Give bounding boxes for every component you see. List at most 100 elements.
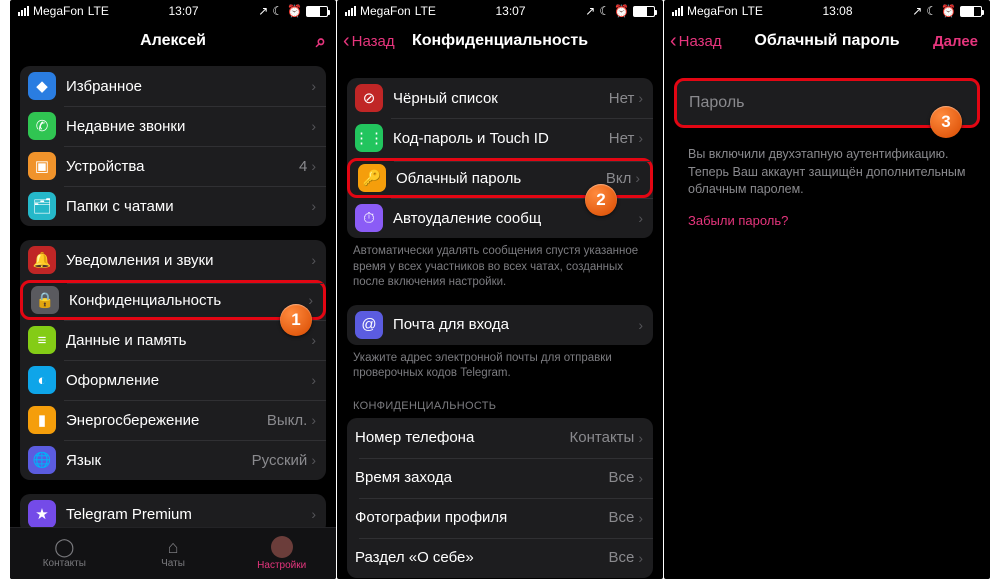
tab-bar: ◯Контакты ⌂Чаты Настройки <box>10 527 336 579</box>
nav-bar: Алексей ⌕ <box>10 22 336 60</box>
row-value: Выкл. <box>267 412 307 429</box>
page-title: Облачный пароль <box>754 32 899 50</box>
alarm-icon: ⏰ <box>287 4 302 18</box>
forgot-password-link[interactable]: Забыли пароль? <box>674 199 802 242</box>
login-email-note: Укажите адрес электронной почты для отпр… <box>347 351 653 396</box>
nav-bar: ‹Назад Конфиденциальность <box>337 22 663 60</box>
row-value: Русский <box>252 452 308 469</box>
battery-icon: ▮ <box>28 406 56 434</box>
row-label: Язык <box>66 452 252 469</box>
settings-row[interactable]: 🔔 Уведомления и звуки› <box>20 240 326 280</box>
lock-icon: 🔒 <box>31 286 59 314</box>
folder-icon: 🗂 <box>28 192 56 220</box>
settings-row[interactable]: ◐ Оформление› <box>20 360 326 400</box>
privacy-screen: MegaFon LTE 13:07 ↗☾⏰ ‹Назад Конфиденциа… <box>337 0 663 579</box>
settings-row[interactable]: Фотографии профиляВсе› <box>347 498 653 538</box>
battery-icon <box>306 6 328 17</box>
chevron-left-icon: ‹ <box>670 31 677 51</box>
chevron-right-icon: › <box>308 292 313 308</box>
bookmark-icon: ◆ <box>28 72 56 100</box>
chevron-right-icon: › <box>311 158 316 174</box>
row-value: Все <box>608 469 634 486</box>
settings-row[interactable]: ◆Избранное› <box>20 66 326 106</box>
clock: 13:07 <box>169 4 199 18</box>
step-badge-2: 2 <box>585 184 617 216</box>
row-value: Все <box>608 509 634 526</box>
clock: 13:07 <box>496 4 526 18</box>
auto-delete-note: Автоматически удалять сообщения спустя у… <box>347 244 653 305</box>
settings-row[interactable]: Раздел «О себе»Все› <box>347 538 653 578</box>
block-icon: ⊘ <box>355 84 383 112</box>
phone-icon: ✆ <box>28 112 56 140</box>
chats-icon: ⌂ <box>168 538 179 556</box>
settings-row[interactable]: ⋮⋮Код-пароль и Touch IDНет› <box>347 118 653 158</box>
chevron-right-icon: › <box>635 170 640 186</box>
next-button[interactable]: Далее <box>933 33 978 50</box>
settings-row[interactable]: ≡Данные и память› <box>20 320 326 360</box>
row-label: Уведомления и звуки <box>66 252 311 269</box>
page-title: Алексей <box>140 32 206 50</box>
network-label: LTE <box>88 4 109 18</box>
chevron-right-icon: › <box>638 470 643 486</box>
globe-icon: 🌐 <box>28 446 56 474</box>
row-value: Нет <box>609 130 635 147</box>
tab-settings[interactable]: Настройки <box>227 528 336 579</box>
status-bar: MegaFon LTE 13:07 ↗☾⏰ <box>10 0 336 22</box>
row-label: Данные и память <box>66 332 311 349</box>
settings-row[interactable]: 🗂Папки с чатами› <box>20 186 326 226</box>
chevron-right-icon: › <box>311 118 316 134</box>
chevron-right-icon: › <box>638 510 643 526</box>
chevron-right-icon: › <box>638 90 643 106</box>
row-value: Контакты <box>570 429 635 446</box>
settings-row[interactable]: 🌐 ЯзыкРусский› <box>20 440 326 480</box>
row-label: Время захода <box>355 469 608 486</box>
bell-icon: 🔔 <box>28 246 56 274</box>
settings-row[interactable]: Номер телефонаКонтакты› <box>347 418 653 458</box>
row-value: Нет <box>609 90 635 107</box>
chevron-right-icon: › <box>638 317 643 333</box>
row-label: Telegram Premium <box>66 506 311 523</box>
back-button[interactable]: ‹Назад <box>670 31 722 51</box>
chevron-right-icon: › <box>311 506 316 522</box>
settings-row[interactable]: ▮ЭнергосбережениеВыкл.› <box>20 400 326 440</box>
section-privacy-header: КОНФИДЕНЦИАЛЬНОСТЬ <box>347 396 653 418</box>
settings-row[interactable]: @ Почта для входа› <box>347 305 653 345</box>
status-bar: MegaFon LTE 13:08 ↗☾⏰ <box>664 0 990 22</box>
row-label: Устройства <box>66 158 299 175</box>
tab-chats[interactable]: ⌂Чаты <box>119 528 228 579</box>
chevron-right-icon: › <box>638 210 643 226</box>
chevron-right-icon: › <box>311 78 316 94</box>
row-label: Оформление <box>66 372 311 389</box>
settings-row[interactable]: Время заходаВсе› <box>347 458 653 498</box>
chevron-right-icon: › <box>311 452 316 468</box>
search-icon[interactable]: ⌕ <box>316 31 326 52</box>
signal-icon <box>18 6 29 16</box>
row-label: Почта для входа <box>393 316 638 333</box>
row-label: Энергосбережение <box>66 412 267 429</box>
devices-icon: ▣ <box>28 152 56 180</box>
row-value: 4 <box>299 158 307 175</box>
mail-icon: @ <box>355 311 383 339</box>
chevron-left-icon: ‹ <box>343 31 350 51</box>
tab-contacts[interactable]: ◯Контакты <box>10 528 119 579</box>
chevron-right-icon: › <box>638 430 643 446</box>
nav-bar: ‹Назад Облачный пароль Далее <box>664 22 990 60</box>
signal-icon <box>672 6 683 16</box>
appearance-icon: ◐ <box>28 366 56 394</box>
row-label: Папки с чатами <box>66 198 311 215</box>
contacts-icon: ◯ <box>54 538 74 556</box>
avatar <box>271 536 293 558</box>
carrier-label: MegaFon <box>33 4 84 18</box>
back-button[interactable]: ‹Назад <box>343 31 395 51</box>
settings-row[interactable]: ⊘Чёрный списокНет› <box>347 78 653 118</box>
row-value: Вкл <box>606 170 632 187</box>
settings-row[interactable]: ✆Недавние звонки› <box>20 106 326 146</box>
chevron-right-icon: › <box>638 130 643 146</box>
settings-row[interactable]: ▣ Устройства4› <box>20 146 326 186</box>
row-label: Облачный пароль <box>396 170 606 187</box>
row-value: Все <box>608 549 634 566</box>
chevron-right-icon: › <box>311 252 316 268</box>
step-badge-3: 3 <box>930 106 962 138</box>
chevron-right-icon: › <box>311 372 316 388</box>
timer-icon: ⏱ <box>355 204 383 232</box>
